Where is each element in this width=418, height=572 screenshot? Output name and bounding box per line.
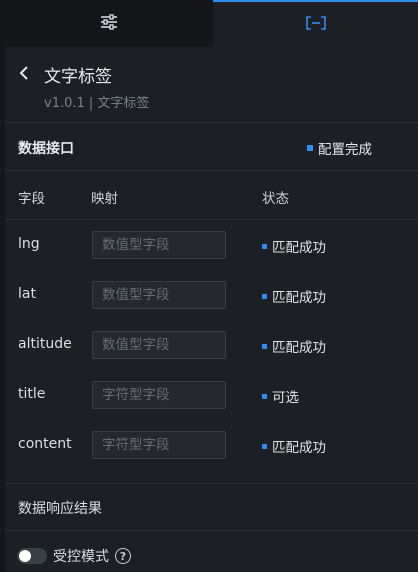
- column-header-status: 状态: [262, 191, 289, 207]
- field-status: 匹配成功: [262, 286, 326, 306]
- divider: [5, 122, 418, 123]
- column-header-mapping: 映射: [91, 191, 118, 207]
- response-section-title: 数据响应结果: [18, 501, 102, 517]
- component-version: v1.0.1 | 文字标签: [44, 96, 150, 111]
- status-dot-icon: [307, 145, 313, 151]
- status-dot-icon: [262, 243, 267, 249]
- data-interface-title: 数据接口: [18, 141, 74, 157]
- sliders-icon: [100, 13, 118, 34]
- field-status-text: 匹配成功: [272, 440, 326, 456]
- config-status-text: 配置完成: [318, 142, 372, 158]
- field-name: lat: [18, 286, 36, 302]
- field-name: content: [18, 436, 72, 452]
- field-status-text: 匹配成功: [272, 340, 326, 356]
- tab-data[interactable]: [213, 0, 418, 47]
- field-row-title: title 可选: [5, 381, 418, 411]
- field-status-text: 匹配成功: [272, 290, 326, 306]
- mapping-input-lng[interactable]: [92, 231, 226, 259]
- field-status: 可选: [262, 386, 299, 406]
- controlled-mode-toggle[interactable]: [17, 548, 47, 564]
- status-dot-icon: [262, 343, 267, 349]
- toggle-knob: [19, 550, 31, 562]
- field-row-content: content 匹配成功: [5, 431, 418, 461]
- status-dot-icon: [262, 443, 267, 449]
- controlled-mode-row: 受控模式 ?: [17, 546, 131, 566]
- config-panel: 文字标签 v1.0.1 | 文字标签 数据接口 配置完成 字段 映射 状态 ln…: [5, 0, 418, 572]
- status-dot-icon: [262, 393, 267, 399]
- field-status: 匹配成功: [262, 236, 326, 256]
- panel-tabs: [5, 0, 418, 47]
- status-dot-icon: [262, 293, 267, 299]
- field-row-lat: lat 匹配成功: [5, 281, 418, 311]
- field-row-lng: lng 匹配成功: [5, 231, 418, 261]
- divider: [5, 483, 418, 484]
- field-name: altitude: [18, 336, 72, 352]
- controlled-mode-label: 受控模式: [53, 549, 109, 565]
- config-status: 配置完成: [307, 138, 372, 158]
- mapping-input-lat[interactable]: [92, 281, 226, 309]
- field-status-text: 可选: [272, 390, 299, 406]
- field-name: lng: [18, 236, 40, 252]
- divider: [5, 530, 418, 531]
- tab-settings[interactable]: [5, 0, 213, 47]
- field-status-text: 匹配成功: [272, 240, 326, 256]
- chevron-left-icon: [19, 65, 29, 84]
- mapping-input-altitude[interactable]: [92, 331, 226, 359]
- column-header-field: 字段: [18, 191, 45, 207]
- component-title: 文字标签: [44, 67, 112, 87]
- field-name: title: [18, 386, 46, 402]
- back-button[interactable]: [16, 64, 32, 84]
- mapping-input-title[interactable]: [92, 381, 226, 409]
- field-row-altitude: altitude 匹配成功: [5, 331, 418, 361]
- mapping-input-content[interactable]: [92, 431, 226, 459]
- divider: [5, 170, 418, 171]
- field-status: 匹配成功: [262, 436, 326, 456]
- help-icon[interactable]: ?: [115, 548, 131, 564]
- divider: [5, 219, 418, 220]
- bracket-data-icon: [305, 15, 326, 34]
- field-status: 匹配成功: [262, 336, 326, 356]
